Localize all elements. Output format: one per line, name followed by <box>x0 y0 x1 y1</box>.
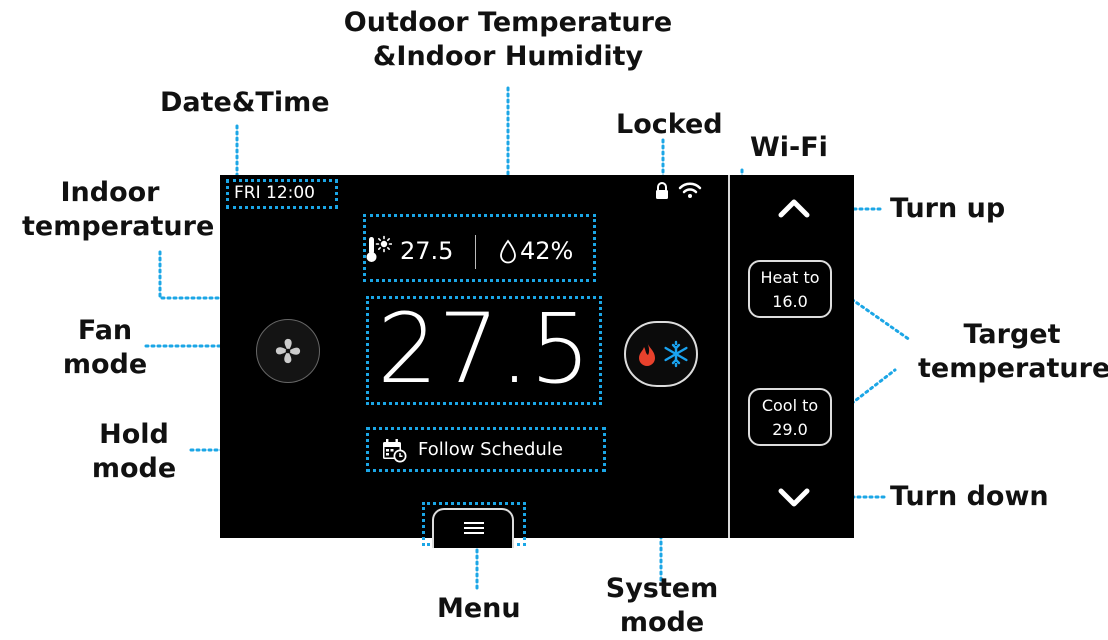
snowflake-icon <box>664 340 688 368</box>
chevron-down-icon[interactable] <box>777 487 811 509</box>
cool-to-label: Cool to <box>761 396 819 415</box>
menu-button[interactable] <box>432 508 514 548</box>
callout-date-time: Date&Time <box>160 87 330 118</box>
thermostat-screen: FRI 12:00 27.5 42% 27.5 Follow Schedule … <box>220 175 854 548</box>
lock-icon <box>656 182 668 199</box>
outdoor-divider <box>475 235 476 269</box>
callout-outdoor-temp-humidity: Outdoor Temperature &Indoor Humidity <box>343 7 673 72</box>
droplet-icon <box>500 239 516 264</box>
indoor-temperature-value: 27.5 <box>377 293 591 405</box>
callout-system-mode: System mode <box>605 573 719 638</box>
panel-divider <box>728 175 730 538</box>
fan-icon <box>275 338 301 364</box>
callout-turn-down: Turn down <box>890 481 1049 512</box>
calendar-clock-icon <box>383 439 407 463</box>
callout-fan-mode: Fan mode <box>62 315 148 380</box>
menu-icon <box>464 522 484 534</box>
thermometer-sun-icon <box>366 235 392 262</box>
wifi-icon[interactable] <box>678 181 702 199</box>
chevron-up-icon[interactable] <box>777 197 811 219</box>
heat-to-button[interactable]: Heat to 16.0 <box>748 260 832 318</box>
callout-turn-up: Turn up <box>890 193 1006 224</box>
heat-to-label: Heat to <box>760 268 820 287</box>
cool-to-button[interactable]: Cool to 29.0 <box>748 388 832 446</box>
heat-to-value: 16.0 <box>772 292 808 311</box>
callout-indoor-temperature: Indoor temperature <box>22 177 215 242</box>
hold-mode-text: Follow Schedule <box>418 439 563 460</box>
callout-locked: Locked <box>616 109 723 140</box>
system-mode-button[interactable] <box>624 321 698 387</box>
datetime-text: FRI 12:00 <box>234 183 315 203</box>
callout-wifi: Wi-Fi <box>750 132 828 163</box>
cool-to-value: 29.0 <box>772 420 808 439</box>
indoor-humidity-value: 42% <box>520 237 574 265</box>
callout-target-temperature: Target temperature <box>918 319 1108 384</box>
callout-hold-mode: Hold mode <box>91 419 177 484</box>
callout-menu: Menu <box>437 593 521 624</box>
fan-mode-button[interactable] <box>256 319 320 383</box>
outdoor-temperature-value: 27.5 <box>400 237 454 265</box>
flame-icon <box>639 342 655 366</box>
